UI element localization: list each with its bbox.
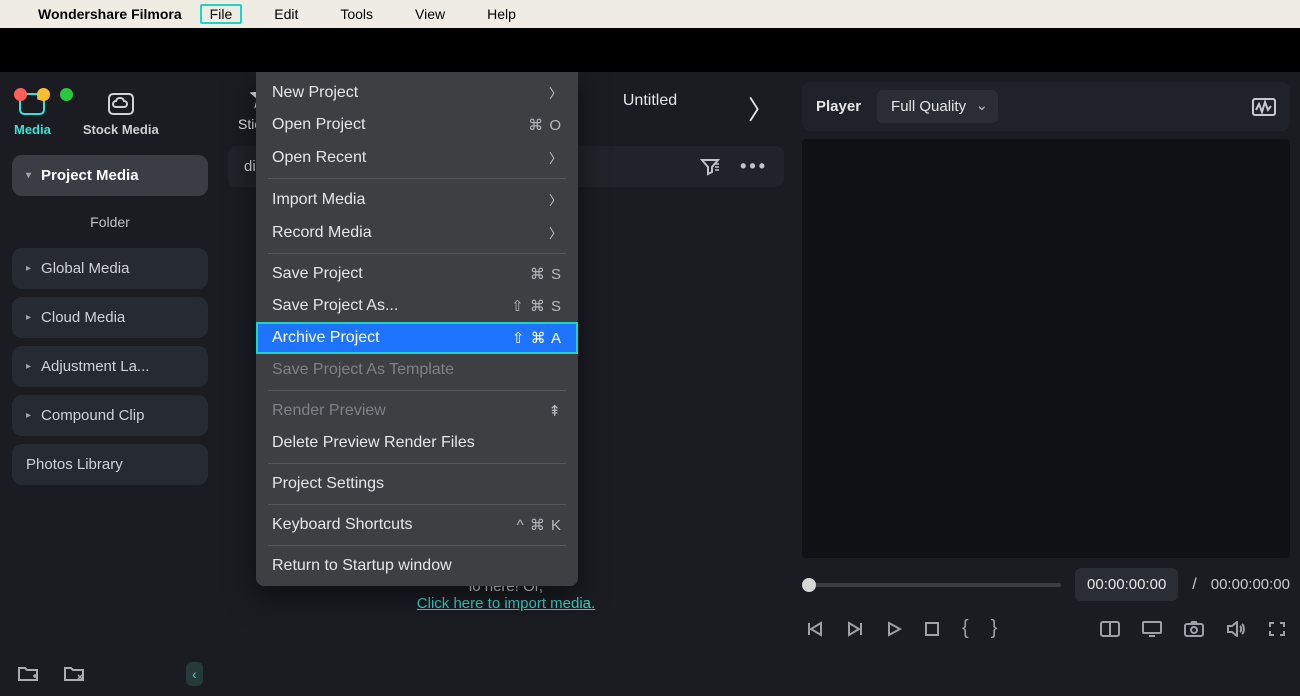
menu-separator xyxy=(268,463,566,464)
maximize-window-button[interactable] xyxy=(60,88,73,101)
sidebar-item-label: Compound Clip xyxy=(41,407,144,424)
minimize-window-button[interactable] xyxy=(37,88,50,101)
sidebar-compound-clip[interactable]: ▸ Compound Clip xyxy=(12,395,208,436)
filter-icon[interactable] xyxy=(700,158,720,176)
close-window-button[interactable] xyxy=(14,88,27,101)
menu-import-media[interactable]: Import Media〉 xyxy=(256,183,578,216)
player-panel: Player Full Quality 00:00:00:00 / 00:00:… xyxy=(792,72,1300,652)
app-window: Untitled New Project〉 Open Project⌘ O Op… xyxy=(0,72,1300,696)
menu-separator xyxy=(268,178,566,179)
sidebar-item-label: Project Media xyxy=(41,167,139,184)
tab-label: Media xyxy=(14,122,51,137)
sidebar-item-label: Global Media xyxy=(41,260,129,277)
app-name: Wondershare Filmora xyxy=(38,6,182,22)
quality-select[interactable]: Full Quality xyxy=(877,90,998,123)
cloud-icon xyxy=(105,92,137,116)
menubar-item-tools[interactable]: Tools xyxy=(330,4,383,24)
file-dropdown-menu: New Project〉 Open Project⌘ O Open Recent… xyxy=(256,72,578,586)
sidebar-item-label: Cloud Media xyxy=(41,309,125,326)
mark-out-button[interactable]: } xyxy=(991,617,998,640)
menu-separator xyxy=(268,390,566,391)
display-button[interactable] xyxy=(1142,621,1162,637)
menu-archive-project[interactable]: Archive Project⇧ ⌘ A xyxy=(256,322,578,354)
menubar-item-file[interactable]: File xyxy=(200,4,243,24)
menu-separator xyxy=(268,504,566,505)
chevron-right-icon: ▸ xyxy=(26,263,31,274)
sidebar-cloud-media[interactable]: ▸ Cloud Media xyxy=(12,297,208,338)
import-media-link[interactable]: Click here to import media. xyxy=(417,595,595,612)
waveform-icon[interactable] xyxy=(1252,98,1276,116)
sidebar-global-media[interactable]: ▸ Global Media xyxy=(12,248,208,289)
bottom-left-toolbar xyxy=(14,662,88,686)
left-sidebar: Media Stock Media ▾ Project Media Folder… xyxy=(0,72,220,652)
time-separator: / xyxy=(1192,576,1196,594)
chevron-right-icon: ▸ xyxy=(26,410,31,421)
play-button[interactable] xyxy=(886,621,902,637)
tab-label: Stock Media xyxy=(83,122,159,137)
menu-delete-preview-files[interactable]: Delete Preview Render Files xyxy=(256,427,578,459)
menu-record-media[interactable]: Record Media〉 xyxy=(256,216,578,249)
collapse-sidebar-button[interactable]: ‹ xyxy=(186,662,203,686)
stop-button[interactable] xyxy=(924,621,940,637)
menubar-item-help[interactable]: Help xyxy=(477,4,526,24)
sidebar-project-media[interactable]: ▾ Project Media xyxy=(12,155,208,196)
quality-value: Full Quality xyxy=(891,98,966,115)
volume-button[interactable] xyxy=(1226,621,1246,637)
menubar-item-view[interactable]: View xyxy=(405,4,455,24)
snapshot-button[interactable] xyxy=(1184,621,1204,637)
sidebar-item-label: Photos Library xyxy=(26,456,123,473)
video-viewport[interactable] xyxy=(802,139,1290,558)
mark-in-button[interactable]: { xyxy=(962,617,969,640)
mac-menubar: Wondershare Filmora File Edit Tools View… xyxy=(0,0,1300,28)
sidebar-folder[interactable]: Folder xyxy=(12,204,208,240)
menu-render-preview: Render Preview⇞ xyxy=(256,395,578,427)
menu-save-as-template: Save Project As Template xyxy=(256,354,578,386)
menu-project-settings[interactable]: Project Settings xyxy=(256,468,578,500)
tab-stock-media[interactable]: Stock Media xyxy=(83,92,159,137)
more-icon[interactable]: ••• xyxy=(740,156,768,177)
time-total: 00:00:00:00 xyxy=(1211,576,1290,593)
fullscreen-button[interactable] xyxy=(1268,621,1286,637)
player-controls: { } xyxy=(802,613,1290,652)
menu-save-project[interactable]: Save Project⌘ S xyxy=(256,258,578,290)
sidebar-item-label: Adjustment La... xyxy=(41,358,149,375)
sidebar-photos-library[interactable]: Photos Library xyxy=(12,444,208,485)
menu-open-project[interactable]: Open Project⌘ O xyxy=(256,109,578,141)
chevron-down-icon: ▾ xyxy=(26,170,31,181)
sidebar-adjustment-layer[interactable]: ▸ Adjustment La... xyxy=(12,346,208,387)
menu-save-project-as[interactable]: Save Project As...⇧ ⌘ S xyxy=(256,290,578,322)
chevron-right-icon: ▸ xyxy=(26,361,31,372)
window-controls xyxy=(14,88,73,101)
delete-folder-button[interactable] xyxy=(60,662,88,686)
prev-frame-button[interactable] xyxy=(806,621,824,637)
menu-new-project[interactable]: New Project〉 xyxy=(256,76,578,109)
menu-separator xyxy=(268,253,566,254)
timeline-slider[interactable] xyxy=(802,583,1061,587)
menu-return-startup[interactable]: Return to Startup window xyxy=(256,550,578,582)
new-folder-button[interactable] xyxy=(14,662,42,686)
menu-keyboard-shortcuts[interactable]: Keyboard Shortcuts^ ⌘ K xyxy=(256,509,578,541)
chevron-right-icon: ▸ xyxy=(26,312,31,323)
time-current: 00:00:00:00 xyxy=(1075,568,1178,601)
menu-separator xyxy=(268,545,566,546)
step-forward-button[interactable] xyxy=(846,621,864,637)
menu-open-recent[interactable]: Open Recent〉 xyxy=(256,141,578,174)
menubar-item-edit[interactable]: Edit xyxy=(264,4,308,24)
layout-button[interactable] xyxy=(1100,621,1120,637)
